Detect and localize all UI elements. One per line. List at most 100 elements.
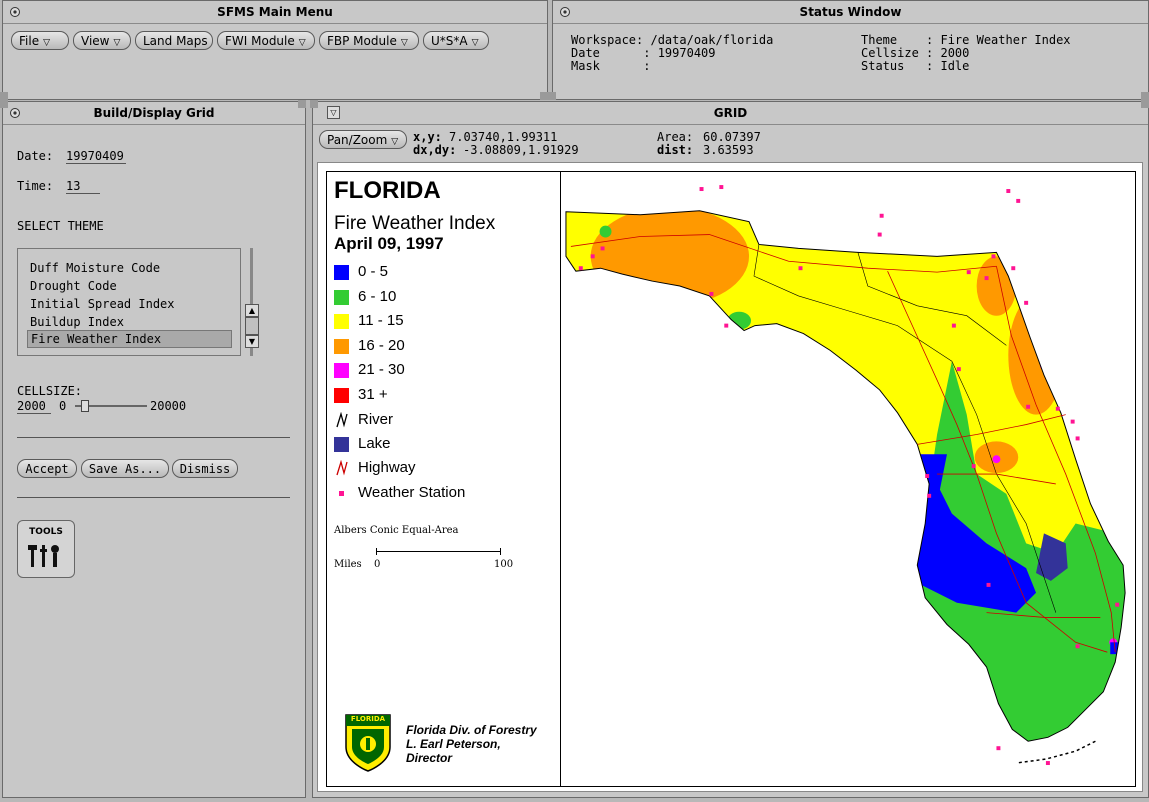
agency-line-3: Director <box>406 751 453 765</box>
status-window-title: Status Window <box>799 5 902 19</box>
scroll-up-arrow-icon[interactable]: ▲ <box>245 304 259 317</box>
legend-class-swatch <box>334 314 349 330</box>
window-corner[interactable] <box>0 100 8 108</box>
grid-titlebar[interactable]: ▽ GRID <box>313 102 1148 125</box>
pan-zoom-label: Pan/Zoom <box>327 133 388 147</box>
theme-item-fire-weather-index-label: Fire Weather Index <box>31 332 162 346</box>
slider-thumb[interactable] <box>81 400 90 412</box>
map-canvas[interactable]: FLORIDA Fire Weather Index April 09, 199… <box>317 162 1143 792</box>
legend-class-label: 21 - 30 <box>358 361 405 379</box>
theme-list[interactable]: Duff Moisture Code Drought Code Initial … <box>17 248 241 356</box>
xy-value: 7.03740,1.99311 <box>449 130 558 144</box>
date-label: Date: <box>17 149 54 163</box>
legend-class-row: 0 - 5 <box>334 263 534 283</box>
dismiss-button[interactable]: Dismiss <box>172 459 238 478</box>
land-maps-button[interactable]: Land Maps <box>135 31 213 50</box>
usa-menu-button[interactable]: U*S*A ▽ <box>423 31 489 50</box>
view-menu-button[interactable]: View ▽ <box>73 31 131 50</box>
slider-max-label: 20000 <box>150 399 187 413</box>
theme-item-fire-weather-index[interactable]: Fire Weather Index <box>27 330 232 348</box>
build-display-grid-window: Build/Display Grid Date: 19970409 Time: … <box>2 101 306 798</box>
fwi-module-menu-button[interactable]: FWI Module ▽ <box>217 31 315 50</box>
main-menu-titlebar[interactable]: SFMS Main Menu <box>3 1 547 24</box>
status-window-titlebar[interactable]: Status Window <box>553 1 1148 24</box>
legend-class-row: 11 - 15 <box>334 312 534 332</box>
window-corner[interactable] <box>540 92 548 100</box>
legend-class-swatch <box>334 265 349 280</box>
theme-item-duff-moisture-code[interactable]: Duff Moisture Code <box>30 261 160 275</box>
separator <box>17 497 290 498</box>
grid-title: GRID <box>713 106 748 120</box>
area-label: Area: <box>657 130 694 144</box>
theme-label: Theme : Fire Weather Index <box>861 33 1071 47</box>
grid-window: ▽ GRID Pan/Zoom ▽ x,y: 7.03740,1.99311 dx… <box>312 101 1149 798</box>
highway-icon <box>336 460 348 476</box>
menu-arrow-icon: ▽ <box>471 38 479 48</box>
legend-class-swatch <box>334 363 349 379</box>
slider-min-label: 0 <box>59 399 67 413</box>
date-input[interactable]: 19970409 <box>66 149 126 164</box>
sfms-main-menu-window: SFMS Main Menu File ▽ View ▽ Land Maps FWI… <box>2 0 548 100</box>
window-corner[interactable] <box>1141 92 1149 100</box>
theme-item-drought-code[interactable]: Drought Code <box>30 279 117 293</box>
view-menu-label: View <box>81 34 110 48</box>
theme-item-initial-spread-index[interactable]: Initial Spread Index <box>30 297 175 311</box>
status-window: Status Window Workspace: /data/oak/flori… <box>552 0 1149 100</box>
cellsize-slider[interactable] <box>75 400 147 412</box>
map-state-title: FLORIDA <box>334 177 441 204</box>
window-corner[interactable] <box>548 92 556 100</box>
weather-station-icon <box>339 491 344 496</box>
workspace-label: Workspace: /data/oak/florida <box>571 33 774 47</box>
legend-class-row: 6 - 10 <box>334 288 534 308</box>
florida-forestry-seal: FLORIDA <box>344 713 392 773</box>
build-grid-titlebar[interactable]: Build/Display Grid <box>3 102 305 125</box>
cellsize-input[interactable]: 2000 <box>17 399 51 414</box>
legend-class-label: 6 - 10 <box>358 287 397 305</box>
legend-station-label: Weather Station <box>358 484 466 501</box>
florida-fwi-map[interactable] <box>561 172 1135 786</box>
select-theme-label: SELECT THEME <box>17 219 104 233</box>
save-as-button[interactable]: Save As... <box>81 459 169 478</box>
legend-classes: 0 - 5 6 - 10 11 - 15 16 - 20 21 - 30 31 + <box>334 263 534 413</box>
time-input[interactable]: 13 <box>66 179 100 194</box>
legend-highway-label: Highway <box>358 459 416 476</box>
theme-list-scrollbar[interactable]: ▲ ▼ <box>245 248 259 356</box>
legend-class-label: 0 - 5 <box>358 263 389 280</box>
window-corner[interactable] <box>310 100 318 108</box>
window-corner[interactable] <box>1141 100 1149 108</box>
tools-button[interactable]: TOOLS <box>17 520 75 578</box>
scroll-thumb[interactable] <box>245 317 259 335</box>
seal-text: FLORIDA <box>350 715 386 723</box>
file-menu-button[interactable]: File ▽ <box>11 31 69 50</box>
main-menu-title: SFMS Main Menu <box>217 5 333 19</box>
fbp-module-menu-button[interactable]: FBP Module ▽ <box>319 31 419 50</box>
dist-label: dist: <box>657 143 694 157</box>
legend-lake: Lake <box>334 435 534 455</box>
legend-river: River <box>334 411 534 431</box>
map-index-title: Fire Weather Index <box>334 213 496 234</box>
time-label: Time: <box>17 179 54 193</box>
scroll-down-arrow-icon[interactable]: ▼ <box>245 335 259 348</box>
land-maps-label: Land Maps <box>143 34 208 48</box>
legend-class-swatch <box>334 338 349 354</box>
legend-class-row: 16 - 20 <box>334 337 534 357</box>
legend-station: Weather Station <box>334 484 534 504</box>
theme-item-buildup-index[interactable]: Buildup Index <box>30 315 124 329</box>
fbp-module-label: FBP Module <box>327 34 397 48</box>
build-grid-title: Build/Display Grid <box>93 106 215 120</box>
status-date-label: Date : 19970409 <box>571 46 716 60</box>
scale-max: 100 <box>494 559 514 570</box>
accept-button[interactable]: Accept <box>17 459 77 478</box>
scale-label: Miles <box>334 559 362 570</box>
legend-lake-label: Lake <box>358 435 391 452</box>
dxdy-value: -3.08809,1.91929 <box>463 143 579 157</box>
window-corner[interactable] <box>0 92 8 100</box>
legend-class-swatch <box>334 388 349 403</box>
window-corner[interactable] <box>298 100 306 108</box>
usa-label: U*S*A <box>431 34 468 48</box>
legend-river-label: River <box>358 411 394 428</box>
file-menu-label: File <box>19 34 40 48</box>
legend-highway: Highway <box>334 459 534 479</box>
tools-icon <box>28 545 59 567</box>
pan-zoom-button[interactable]: Pan/Zoom ▽ <box>319 130 407 149</box>
